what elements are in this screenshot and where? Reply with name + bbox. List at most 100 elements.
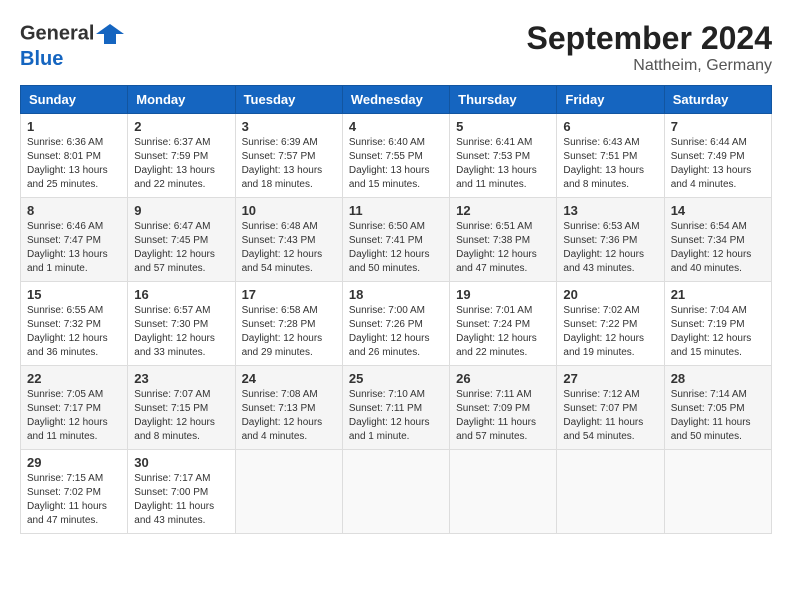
calendar-cell: 27Sunrise: 7:12 AM Sunset: 7:07 PM Dayli… — [557, 366, 664, 450]
weekday-header-sunday: Sunday — [21, 86, 128, 114]
calendar-cell: 12 Sunrise: 6:51 AM Sunset: 7:38 PM Dayli… — [450, 198, 557, 282]
day-number: 3 — [242, 119, 336, 134]
day-number: 17 — [242, 287, 336, 302]
day-number: 5 — [456, 119, 550, 134]
day-info: Sunrise: 6:43 AM Sunset: 7:51 PM Dayligh… — [563, 136, 657, 192]
day-info: Sunrise: 7:07 AM Sunset: 7:15 PM Dayligh… — [134, 388, 228, 444]
calendar-cell: 7 Sunrise: 6:44 AM Sunset: 7:49 PM Daylig… — [664, 114, 771, 198]
calendar-week-2: 8 Sunrise: 6:46 AM Sunset: 7:47 PM Daylig… — [21, 198, 772, 282]
calendar-cell: 18Sunrise: 7:00 AM Sunset: 7:26 PM Dayli… — [342, 282, 449, 366]
calendar-cell: 19 Sunrise: 7:01 AM Sunset: 7:24 PM Dayli… — [450, 282, 557, 366]
day-info: Sunrise: 7:02 AM Sunset: 7:22 PM Dayligh… — [563, 304, 657, 360]
day-number: 7 — [671, 119, 765, 134]
weekday-header-thursday: Thursday — [450, 86, 557, 114]
day-number: 28 — [671, 371, 765, 386]
page-header: General Blue September 2024 Nattheim, Ge… — [20, 20, 772, 75]
calendar-week-4: 22Sunrise: 7:05 AM Sunset: 7:17 PM Dayli… — [21, 366, 772, 450]
day-number: 11 — [349, 203, 443, 218]
calendar-cell: 23 Sunrise: 7:07 AM Sunset: 7:15 PM Dayli… — [128, 366, 235, 450]
day-info: Sunrise: 6:40 AM Sunset: 7:55 PM Dayligh… — [349, 136, 443, 192]
day-info: Sunrise: 7:08 AM Sunset: 7:13 PM Dayligh… — [242, 388, 336, 444]
day-number: 15 — [27, 287, 121, 302]
calendar-cell: 2Sunrise: 6:37 AM Sunset: 7:59 PM Daylig… — [128, 114, 235, 198]
calendar-cell — [342, 450, 449, 534]
title-area: September 2024 Nattheim, Germany — [527, 20, 772, 75]
calendar-cell: 20 Sunrise: 7:02 AM Sunset: 7:22 PM Dayli… — [557, 282, 664, 366]
day-info: Sunrise: 6:37 AM Sunset: 7:59 PM Dayligh… — [134, 136, 228, 192]
day-number: 26 — [456, 371, 550, 386]
day-info: Sunrise: 6:48 AM Sunset: 7:43 PM Dayligh… — [242, 220, 336, 276]
logo-general: General — [20, 22, 94, 44]
calendar-cell: 15 Sunrise: 6:55 AM Sunset: 7:32 PM Dayli… — [21, 282, 128, 366]
day-info: Sunrise: 6:53 AM Sunset: 7:36 PM Dayligh… — [563, 220, 657, 276]
day-number: 10 — [242, 203, 336, 218]
day-number: 20 — [563, 287, 657, 302]
calendar-cell: 13Sunrise: 6:53 AM Sunset: 7:36 PM Dayli… — [557, 198, 664, 282]
calendar-cell: 22Sunrise: 7:05 AM Sunset: 7:17 PM Dayli… — [21, 366, 128, 450]
day-info: Sunrise: 6:39 AM Sunset: 7:57 PM Dayligh… — [242, 136, 336, 192]
day-number: 25 — [349, 371, 443, 386]
day-number: 30 — [134, 455, 228, 470]
calendar-cell: 10 Sunrise: 6:48 AM Sunset: 7:43 PM Dayli… — [235, 198, 342, 282]
day-info: Sunrise: 7:14 AM Sunset: 7:05 PM Dayligh… — [671, 388, 765, 444]
day-info: Sunrise: 7:11 AM Sunset: 7:09 PM Dayligh… — [456, 388, 550, 444]
calendar-cell: 14 Sunrise: 6:54 AM Sunset: 7:34 PM Dayli… — [664, 198, 771, 282]
calendar-week-5: 29 Sunrise: 7:15 AM Sunset: 7:02 PM Dayli… — [21, 450, 772, 534]
day-info: Sunrise: 7:15 AM Sunset: 7:02 PM Dayligh… — [27, 472, 121, 528]
day-number: 19 — [456, 287, 550, 302]
day-info: Sunrise: 7:04 AM Sunset: 7:19 PM Dayligh… — [671, 304, 765, 360]
day-number: 12 — [456, 203, 550, 218]
day-number: 6 — [563, 119, 657, 134]
day-number: 24 — [242, 371, 336, 386]
day-info: Sunrise: 6:44 AM Sunset: 7:49 PM Dayligh… — [671, 136, 765, 192]
day-info: Sunrise: 7:10 AM Sunset: 7:11 PM Dayligh… — [349, 388, 443, 444]
day-info: Sunrise: 6:46 AM Sunset: 7:47 PM Dayligh… — [27, 220, 121, 276]
day-number: 1 — [27, 119, 121, 134]
month-year-title: September 2024 — [527, 20, 772, 57]
day-info: Sunrise: 6:55 AM Sunset: 7:32 PM Dayligh… — [27, 304, 121, 360]
calendar-cell: 5 Sunrise: 6:41 AM Sunset: 7:53 PM Daylig… — [450, 114, 557, 198]
calendar-cell: 1 Sunrise: 6:36 AM Sunset: 8:01 PM Daylig… — [21, 114, 128, 198]
day-info: Sunrise: 6:47 AM Sunset: 7:45 PM Dayligh… — [134, 220, 228, 276]
weekday-header-row: SundayMondayTuesdayWednesdayThursdayFrid… — [21, 86, 772, 114]
day-info: Sunrise: 6:57 AM Sunset: 7:30 PM Dayligh… — [134, 304, 228, 360]
day-info: Sunrise: 6:41 AM Sunset: 7:53 PM Dayligh… — [456, 136, 550, 192]
day-number: 23 — [134, 371, 228, 386]
calendar-table: SundayMondayTuesdayWednesdayThursdayFrid… — [20, 85, 772, 534]
day-info: Sunrise: 7:17 AM Sunset: 7:00 PM Dayligh… — [134, 472, 228, 528]
day-number: 29 — [27, 455, 121, 470]
calendar-cell: 17 Sunrise: 6:58 AM Sunset: 7:28 PM Dayli… — [235, 282, 342, 366]
calendar-cell — [557, 450, 664, 534]
weekday-header-saturday: Saturday — [664, 86, 771, 114]
calendar-cell: 24 Sunrise: 7:08 AM Sunset: 7:13 PM Dayli… — [235, 366, 342, 450]
day-number: 9 — [134, 203, 228, 218]
calendar-cell: 3 Sunrise: 6:39 AM Sunset: 7:57 PM Daylig… — [235, 114, 342, 198]
day-info: Sunrise: 6:51 AM Sunset: 7:38 PM Dayligh… — [456, 220, 550, 276]
day-number: 22 — [27, 371, 121, 386]
weekday-header-tuesday: Tuesday — [235, 86, 342, 114]
calendar-cell: 16 Sunrise: 6:57 AM Sunset: 7:30 PM Dayli… — [128, 282, 235, 366]
day-number: 4 — [349, 119, 443, 134]
day-number: 14 — [671, 203, 765, 218]
calendar-cell: 30 Sunrise: 7:17 AM Sunset: 7:00 PM Dayli… — [128, 450, 235, 534]
calendar-cell: 26 Sunrise: 7:11 AM Sunset: 7:09 PM Dayli… — [450, 366, 557, 450]
calendar-cell: 21Sunrise: 7:04 AM Sunset: 7:19 PM Dayli… — [664, 282, 771, 366]
day-info: Sunrise: 6:58 AM Sunset: 7:28 PM Dayligh… — [242, 304, 336, 360]
calendar-cell: 28 Sunrise: 7:14 AM Sunset: 7:05 PM Dayli… — [664, 366, 771, 450]
calendar-cell — [235, 450, 342, 534]
day-info: Sunrise: 6:54 AM Sunset: 7:34 PM Dayligh… — [671, 220, 765, 276]
day-number: 8 — [27, 203, 121, 218]
day-info: Sunrise: 6:36 AM Sunset: 8:01 PM Dayligh… — [27, 136, 121, 192]
weekday-header-wednesday: Wednesday — [342, 86, 449, 114]
calendar-cell: 6 Sunrise: 6:43 AM Sunset: 7:51 PM Daylig… — [557, 114, 664, 198]
weekday-header-friday: Friday — [557, 86, 664, 114]
calendar-cell: 9 Sunrise: 6:47 AM Sunset: 7:45 PM Daylig… — [128, 198, 235, 282]
calendar-cell: 29 Sunrise: 7:15 AM Sunset: 7:02 PM Dayli… — [21, 450, 128, 534]
calendar-cell: 8 Sunrise: 6:46 AM Sunset: 7:47 PM Daylig… — [21, 198, 128, 282]
day-number: 16 — [134, 287, 228, 302]
weekday-header-monday: Monday — [128, 86, 235, 114]
calendar-cell: 25 Sunrise: 7:10 AM Sunset: 7:11 PM Dayli… — [342, 366, 449, 450]
logo: General Blue — [20, 20, 126, 70]
day-info: Sunrise: 6:50 AM Sunset: 7:41 PM Dayligh… — [349, 220, 443, 276]
day-info: Sunrise: 7:01 AM Sunset: 7:24 PM Dayligh… — [456, 304, 550, 360]
